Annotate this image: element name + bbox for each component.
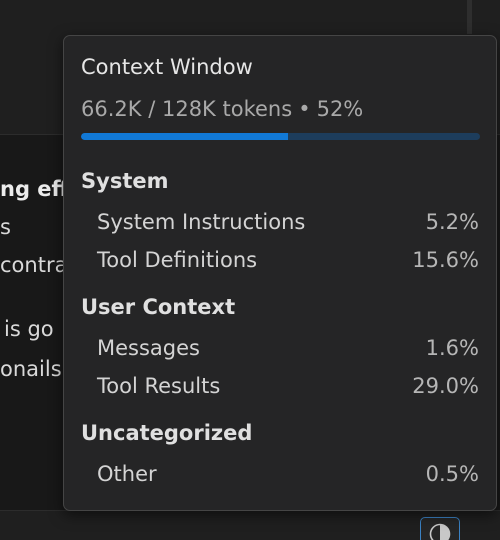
tokens-total: 128K <box>161 97 216 121</box>
row-label-messages: Messages <box>97 336 200 360</box>
tokens-used: 66.2K <box>81 97 142 121</box>
pie-chart-icon <box>429 523 451 540</box>
row-label-other: Other <box>97 462 157 486</box>
token-usage-summary: 66.2K / 128K tokens • 52% <box>81 97 364 121</box>
context-window-button[interactable] <box>420 517 460 540</box>
row-value-tool-results: 29.0% <box>412 374 479 398</box>
row-label-tool-definitions: Tool Definitions <box>97 248 258 272</box>
usage-progress-fill <box>81 133 289 140</box>
response-text-line: contra <box>0 253 68 277</box>
response-text-line: s <box>0 215 11 239</box>
response-text-line: is go <box>4 317 54 341</box>
section-heading-system: System <box>81 169 169 193</box>
section-heading-uncategorized: Uncategorized <box>81 421 253 445</box>
section-heading-user-context: User Context <box>81 295 236 319</box>
workbench: ng eff s contra is go onails Context Win… <box>0 0 500 540</box>
usage-percent: 52% <box>316 97 364 121</box>
context-window-popup: Context Window 66.2K / 128K tokens • 52% S… <box>63 35 497 511</box>
row-value-messages: 1.6% <box>425 336 479 360</box>
usage-progress-bar <box>81 133 480 140</box>
row-label-system-instructions: System Instructions <box>97 210 306 234</box>
row-value-other: 0.5% <box>425 462 479 486</box>
scrollbar-thumb[interactable] <box>467 0 472 34</box>
separator-dot: • <box>298 97 311 121</box>
row-value-tool-definitions: 15.6% <box>412 248 479 272</box>
row-value-system-instructions: 5.2% <box>425 210 479 234</box>
popup-title: Context Window <box>81 55 253 79</box>
row-label-tool-results: Tool Results <box>97 374 221 398</box>
response-text-line: onails <box>0 357 62 381</box>
tokens-unit: tokens <box>222 97 293 121</box>
response-text-line: ng eff <box>0 177 69 201</box>
